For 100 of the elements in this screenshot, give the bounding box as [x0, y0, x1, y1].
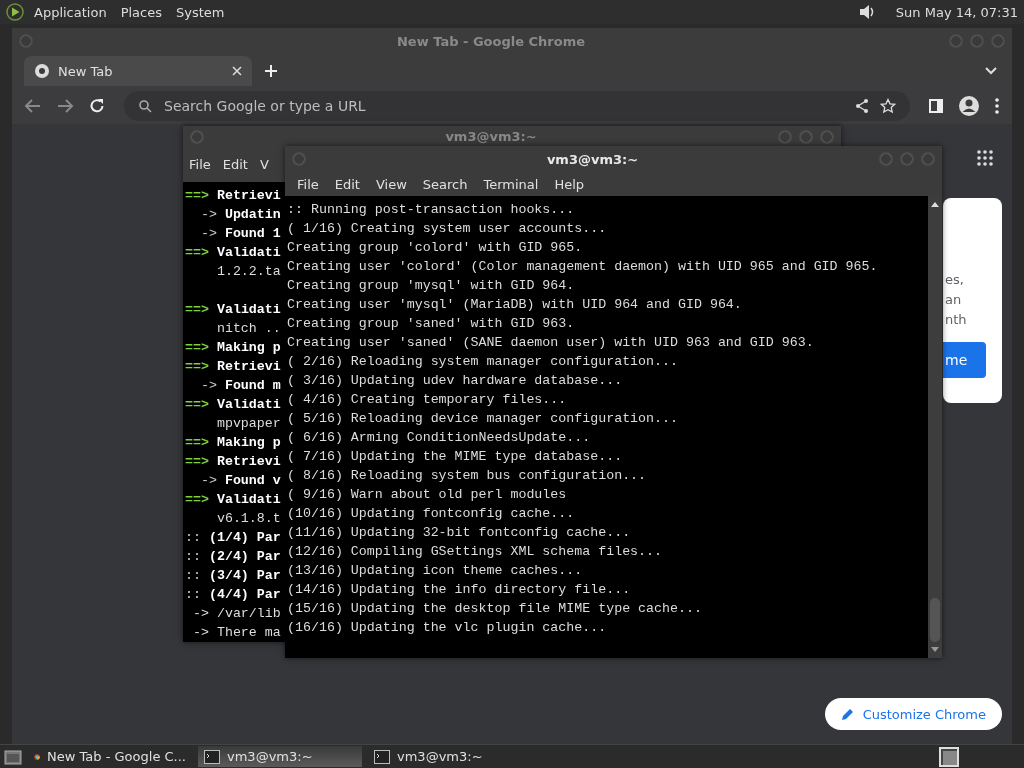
terminal-line: Found m: [224, 378, 281, 393]
terminal-line: v6.1.8.t: [215, 511, 281, 526]
terminal-line: nitch ..: [215, 321, 281, 336]
address-bar[interactable]: Search Google or type a URL: [124, 91, 910, 121]
terminal-line: ( 4/16) Creating temporary files...: [287, 392, 567, 407]
scroll-up-icon[interactable]: [930, 200, 940, 208]
prompt-marker: ==>: [185, 435, 209, 450]
menu-item[interactable]: Help: [546, 176, 593, 192]
terminal-line: Making p: [216, 435, 281, 450]
terminal-line: (16/16) Updating the vlc plugin cache...: [287, 620, 607, 635]
terminal-line: mpvpaper: [215, 416, 281, 431]
menu-item[interactable]: Edit: [220, 157, 250, 173]
card-button[interactable]: me: [943, 342, 986, 378]
play-logo-icon[interactable]: [6, 3, 24, 21]
panel-menu[interactable]: System: [176, 4, 225, 20]
prompt-marker: ==>: [185, 302, 209, 317]
terminal-line: 1.2.2.ta: [215, 264, 281, 279]
terminal-line: (14/16) Updating the info directory file...: [287, 582, 631, 597]
menu-item[interactable]: Edit: [326, 176, 368, 192]
scroll-thumb[interactable]: [930, 598, 940, 642]
terminal-line: Making p: [216, 340, 281, 355]
side-panel-icon[interactable]: [928, 98, 944, 114]
show-desktop-icon[interactable]: [4, 747, 22, 766]
terminal-line: Validati: [216, 492, 281, 507]
back-icon[interactable]: [24, 97, 42, 115]
terminal-line: Creating group 'saned' with GID 963.: [287, 316, 575, 331]
terminal-line: ( 1/16) Creating system user accounts...: [287, 221, 607, 236]
terminal-line: Found 1: [224, 226, 281, 241]
panel-menu[interactable]: Application: [34, 4, 107, 20]
terminal-line: Creating group 'colord' with GID 965.: [287, 240, 583, 255]
terminal-line: Creating user 'mysql' (MariaDB) with UID 964 and GID 964.: [287, 297, 742, 312]
terminal-line: Retrievi: [216, 359, 281, 374]
terminal-line: ( 7/16) Updating the MIME type database...: [287, 449, 623, 464]
close-icon[interactable]: [232, 66, 242, 76]
prompt-marker: ==>: [185, 359, 209, 374]
volume-icon[interactable]: [857, 3, 876, 21]
menu-item[interactable]: V: [257, 157, 271, 173]
terminal-icon: [374, 749, 390, 764]
prompt-marker: ->: [199, 207, 217, 222]
prompt-marker: ::: [185, 530, 201, 545]
terminal-line: (2/4) Par: [208, 549, 281, 564]
prompt-marker: ==>: [185, 188, 209, 203]
terminal-line: Retrievi: [216, 454, 281, 469]
scrollbar[interactable]: [928, 196, 942, 658]
new-tab-icon[interactable]: [264, 64, 278, 78]
terminal-icon: [204, 749, 220, 764]
customize-chrome-button[interactable]: Customize Chrome: [824, 698, 1002, 730]
terminal-line: ( 3/16) Updating udev hardware database...: [287, 373, 623, 388]
reload-icon[interactable]: [88, 97, 106, 115]
taskbar-item[interactable]: vm3@vm3:~: [368, 746, 532, 767]
terminal-line: (15/16) Updating the desktop file MIME type cache...: [287, 601, 702, 616]
search-icon: [138, 99, 152, 113]
prompt-marker: ->: [199, 378, 217, 393]
workspace-icon[interactable]: [938, 745, 960, 768]
prompt-marker: ==>: [185, 454, 209, 469]
terminal-line: (10/16) Updating fontconfig cache...: [287, 506, 575, 521]
chevron-down-icon[interactable]: [984, 66, 998, 76]
forward-icon[interactable]: [56, 97, 74, 115]
terminal-line: -> /var/lib: [191, 606, 281, 621]
prompt-marker: ::: [185, 587, 201, 602]
star-icon[interactable]: [880, 98, 896, 114]
prompt-marker: ==>: [185, 397, 209, 412]
terminal-line: ( 9/16) Warn about old perl modules: [287, 487, 567, 502]
prompt-marker: ->: [199, 226, 217, 241]
clock[interactable]: Sun May 14, 07:31: [895, 4, 1018, 20]
prompt-marker: ==>: [185, 245, 209, 260]
taskbar-item[interactable]: New Tab - Google C...: [28, 746, 192, 767]
terminal-line: :: Running post-transaction hooks...: [287, 202, 575, 217]
menu-item[interactable]: Terminal: [475, 176, 547, 192]
browser-tab[interactable]: New Tab: [24, 56, 252, 86]
taskbar-item[interactable]: vm3@vm3:~: [198, 746, 362, 767]
prompt-marker: ->: [199, 473, 217, 488]
terminal-line: (12/16) Compiling GSettings XML schema files...: [287, 544, 663, 559]
apps-grid-icon[interactable]: [977, 150, 993, 166]
card-text: es,: [945, 271, 964, 289]
terminal-line: (4/4) Par: [208, 587, 281, 602]
terminal-line: Updatin: [224, 207, 281, 222]
terminal-line: Validati: [216, 245, 281, 260]
prompt-marker: ::: [185, 568, 201, 583]
terminal-line: (3/4) Par: [208, 568, 281, 583]
menu-item[interactable]: File: [187, 157, 213, 173]
profile-icon[interactable]: [958, 95, 980, 117]
menu-icon[interactable]: [994, 97, 1000, 115]
terminal-line: Creating group 'mysql' with GID 964.: [287, 278, 575, 293]
menu-item[interactable]: File: [289, 176, 327, 192]
chrome-logo-icon: [34, 63, 50, 79]
menu-item[interactable]: View: [367, 176, 415, 192]
window-title: New Tab - Google Chrome: [395, 33, 587, 49]
panel-menu[interactable]: Places: [120, 4, 162, 20]
pencil-icon: [840, 707, 855, 721]
share-icon[interactable]: [854, 98, 870, 114]
menu-item[interactable]: Search: [414, 176, 476, 192]
card-text: nth: [945, 311, 967, 329]
terminal-line: -> There ma: [191, 625, 281, 640]
prompt-marker: ==>: [185, 492, 209, 507]
terminal-line: Validati: [216, 397, 281, 412]
scroll-down-icon[interactable]: [930, 646, 940, 654]
terminal-line: ( 6/16) Arming ConditionNeedsUpdate...: [287, 430, 591, 445]
terminal-line: (13/16) Updating icon theme caches...: [287, 563, 583, 578]
terminal-line: Validati: [216, 302, 281, 317]
